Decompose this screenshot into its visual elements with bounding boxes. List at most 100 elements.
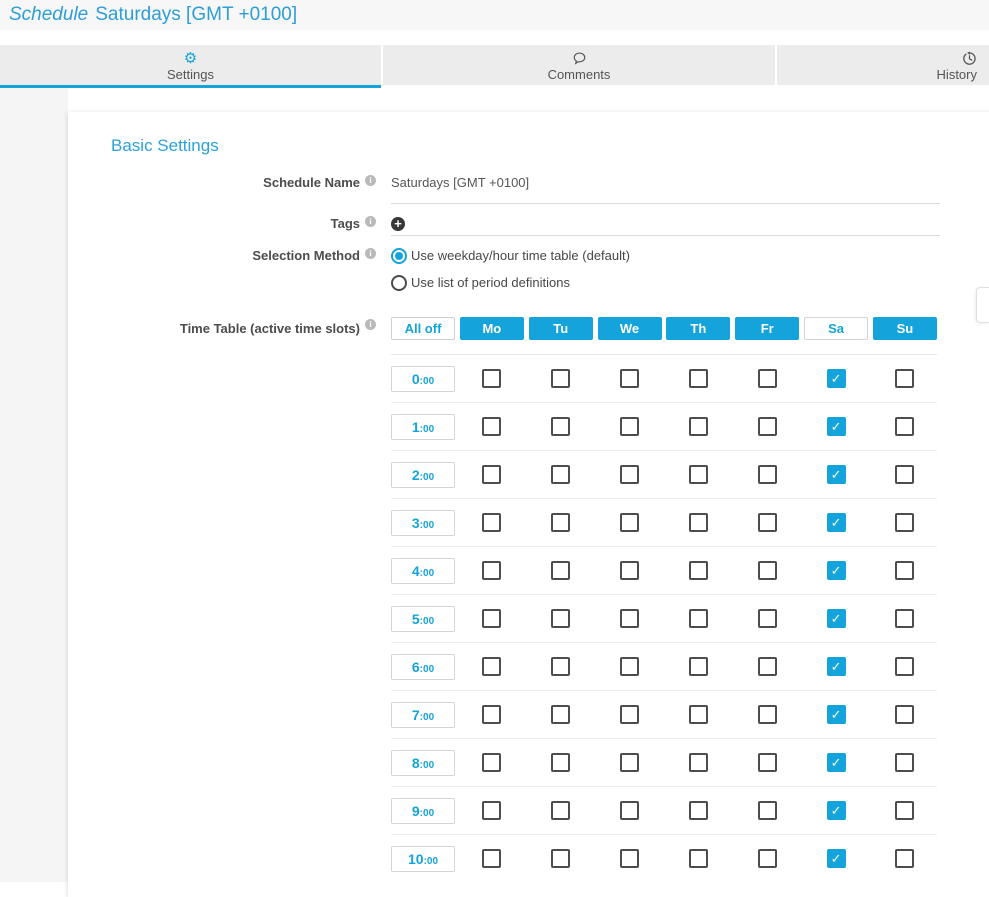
checkbox-fr-2[interactable]	[758, 465, 777, 484]
checkbox-th-2[interactable]	[689, 465, 708, 484]
time-button-6[interactable]: 6:00	[391, 654, 455, 680]
time-button-8[interactable]: 8:00	[391, 750, 455, 776]
day-button-tu[interactable]: Tu	[529, 317, 593, 340]
checkbox-fr-5[interactable]	[758, 609, 777, 628]
checkbox-checked-sa-10[interactable]: ✓	[827, 849, 846, 868]
checkbox-we-10[interactable]	[620, 849, 639, 868]
checkbox-checked-sa-3[interactable]: ✓	[827, 513, 846, 532]
checkbox-we-2[interactable]	[620, 465, 639, 484]
checkbox-we-1[interactable]	[620, 417, 639, 436]
plus-circle-icon[interactable]: +	[391, 217, 405, 231]
checkbox-fr-8[interactable]	[758, 753, 777, 772]
checkbox-fr-6[interactable]	[758, 657, 777, 676]
checkbox-we-7[interactable]	[620, 705, 639, 724]
info-icon[interactable]: i	[365, 319, 376, 330]
checkbox-tu-6[interactable]	[551, 657, 570, 676]
checkbox-th-9[interactable]	[689, 801, 708, 820]
checkbox-we-8[interactable]	[620, 753, 639, 772]
checkbox-tu-0[interactable]	[551, 369, 570, 388]
checkbox-fr-7[interactable]	[758, 705, 777, 724]
checkbox-mo-6[interactable]	[482, 657, 501, 676]
checkbox-su-7[interactable]	[895, 705, 914, 724]
day-button-sa[interactable]: Sa	[804, 317, 868, 340]
time-button-5[interactable]: 5:00	[391, 606, 455, 632]
info-icon[interactable]: i	[365, 216, 376, 227]
checkbox-tu-5[interactable]	[551, 609, 570, 628]
checkbox-we-9[interactable]	[620, 801, 639, 820]
day-button-th[interactable]: Th	[666, 317, 730, 340]
checkbox-mo-9[interactable]	[482, 801, 501, 820]
checkbox-checked-sa-8[interactable]: ✓	[827, 753, 846, 772]
checkbox-we-4[interactable]	[620, 561, 639, 580]
time-button-2[interactable]: 2:00	[391, 462, 455, 488]
checkbox-su-6[interactable]	[895, 657, 914, 676]
checkbox-mo-7[interactable]	[482, 705, 501, 724]
checkbox-mo-5[interactable]	[482, 609, 501, 628]
checkbox-mo-8[interactable]	[482, 753, 501, 772]
checkbox-checked-sa-0[interactable]: ✓	[827, 369, 846, 388]
time-button-0[interactable]: 0:00	[391, 366, 455, 392]
checkbox-checked-sa-4[interactable]: ✓	[827, 561, 846, 580]
radio-option-timetable[interactable]: Use weekday/hour time table (default)	[391, 246, 940, 266]
tags-field[interactable]: +	[391, 214, 940, 236]
checkbox-th-1[interactable]	[689, 417, 708, 436]
checkbox-th-8[interactable]	[689, 753, 708, 772]
day-button-su[interactable]: Su	[873, 317, 937, 340]
checkbox-su-9[interactable]	[895, 801, 914, 820]
tab-settings[interactable]: ⚙ Settings	[0, 45, 381, 88]
checkbox-su-1[interactable]	[895, 417, 914, 436]
checkbox-su-0[interactable]	[895, 369, 914, 388]
checkbox-tu-10[interactable]	[551, 849, 570, 868]
info-icon[interactable]: i	[365, 175, 376, 186]
checkbox-th-10[interactable]	[689, 849, 708, 868]
tab-comments[interactable]: Comments	[383, 45, 775, 85]
checkbox-th-7[interactable]	[689, 705, 708, 724]
checkbox-mo-1[interactable]	[482, 417, 501, 436]
tab-history[interactable]: History	[777, 45, 989, 85]
checkbox-th-6[interactable]	[689, 657, 708, 676]
time-button-9[interactable]: 9:00	[391, 798, 455, 824]
checkbox-su-4[interactable]	[895, 561, 914, 580]
checkbox-checked-sa-6[interactable]: ✓	[827, 657, 846, 676]
checkbox-mo-10[interactable]	[482, 849, 501, 868]
checkbox-th-0[interactable]	[689, 369, 708, 388]
checkbox-tu-3[interactable]	[551, 513, 570, 532]
schedule-name-field[interactable]: Saturdays [GMT +0100]	[391, 173, 940, 204]
checkbox-mo-2[interactable]	[482, 465, 501, 484]
checkbox-checked-sa-2[interactable]: ✓	[827, 465, 846, 484]
time-button-7[interactable]: 7:00	[391, 702, 455, 728]
all-off-button[interactable]: All off	[391, 317, 455, 340]
checkbox-fr-3[interactable]	[758, 513, 777, 532]
checkbox-checked-sa-9[interactable]: ✓	[827, 801, 846, 820]
checkbox-su-10[interactable]	[895, 849, 914, 868]
checkbox-tu-1[interactable]	[551, 417, 570, 436]
checkbox-su-2[interactable]	[895, 465, 914, 484]
checkbox-fr-0[interactable]	[758, 369, 777, 388]
checkbox-tu-2[interactable]	[551, 465, 570, 484]
checkbox-mo-0[interactable]	[482, 369, 501, 388]
checkbox-we-0[interactable]	[620, 369, 639, 388]
checkbox-su-8[interactable]	[895, 753, 914, 772]
checkbox-tu-9[interactable]	[551, 801, 570, 820]
checkbox-mo-3[interactable]	[482, 513, 501, 532]
checkbox-su-5[interactable]	[895, 609, 914, 628]
info-icon[interactable]: i	[365, 248, 376, 259]
checkbox-we-5[interactable]	[620, 609, 639, 628]
checkbox-th-4[interactable]	[689, 561, 708, 580]
checkbox-th-3[interactable]	[689, 513, 708, 532]
checkbox-checked-sa-7[interactable]: ✓	[827, 705, 846, 724]
radio-unselected-icon[interactable]	[391, 275, 407, 291]
checkbox-tu-7[interactable]	[551, 705, 570, 724]
checkbox-su-3[interactable]	[895, 513, 914, 532]
checkbox-fr-9[interactable]	[758, 801, 777, 820]
checkbox-fr-1[interactable]	[758, 417, 777, 436]
radio-selected-icon[interactable]	[391, 248, 407, 264]
checkbox-we-3[interactable]	[620, 513, 639, 532]
checkbox-tu-4[interactable]	[551, 561, 570, 580]
day-button-fr[interactable]: Fr	[735, 317, 799, 340]
checkbox-tu-8[interactable]	[551, 753, 570, 772]
time-button-10[interactable]: 10:00	[391, 846, 455, 872]
time-button-4[interactable]: 4:00	[391, 558, 455, 584]
checkbox-th-5[interactable]	[689, 609, 708, 628]
time-button-1[interactable]: 1:00	[391, 414, 455, 440]
